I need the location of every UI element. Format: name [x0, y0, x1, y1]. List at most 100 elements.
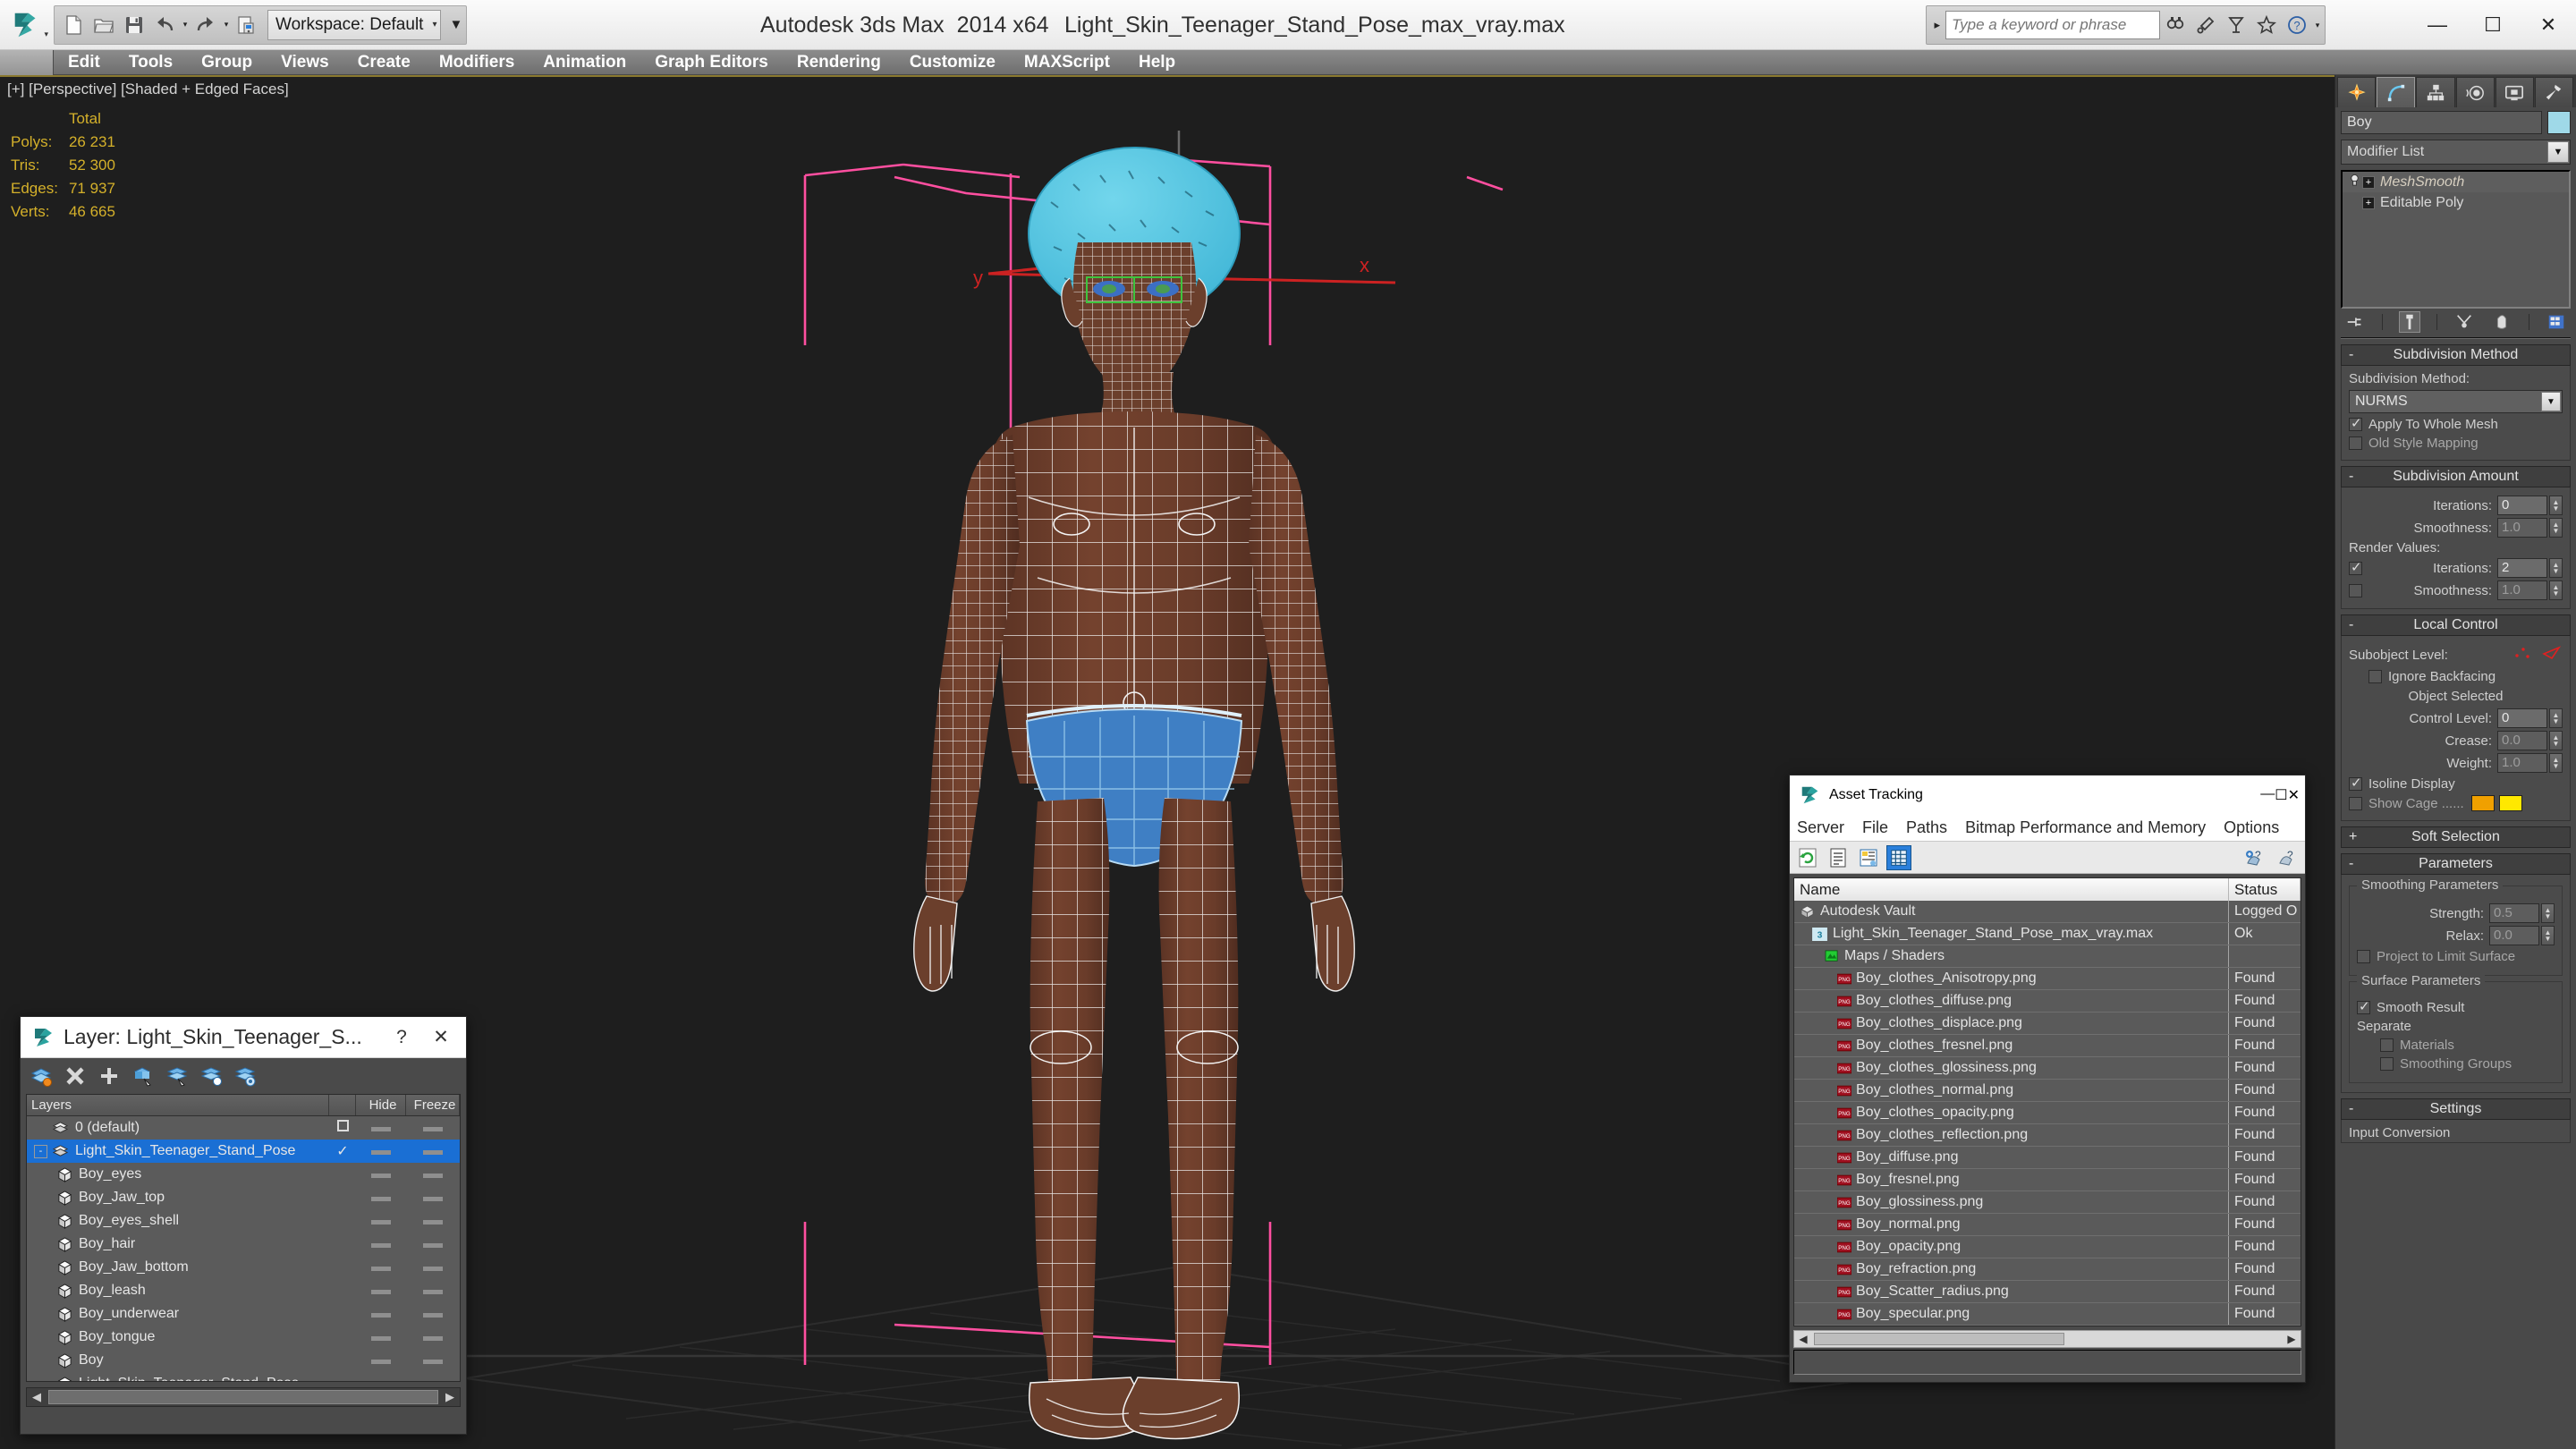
layer-freeze-toggle[interactable]	[406, 1213, 460, 1229]
add-help-icon[interactable]: ?	[2242, 845, 2267, 870]
asset-row[interactable]: Autodesk Vault Logged O	[1794, 901, 2301, 923]
menu-create[interactable]: Create	[343, 50, 425, 75]
list-view-icon[interactable]	[1826, 845, 1851, 870]
render-iterations-field[interactable]: 2	[2497, 558, 2547, 578]
weight-spinner[interactable]: ▲ ▼	[2549, 753, 2563, 773]
asset-name-cell[interactable]: PNG Boy_clothes_diffuse.png	[1794, 990, 2229, 1012]
layer-hide-toggle[interactable]	[356, 1166, 406, 1182]
layer-row[interactable]: Light_Skin_Teenager_Stand_Pose	[27, 1372, 460, 1381]
layer-freeze-toggle[interactable]	[406, 1190, 460, 1206]
object-name-field[interactable]: Boy	[2341, 111, 2542, 134]
rollout-sign[interactable]: -	[2349, 856, 2353, 872]
help-icon[interactable]: ?	[2282, 9, 2312, 41]
layer-freeze-toggle[interactable]	[406, 1352, 460, 1368]
layer-hide-toggle[interactable]	[356, 1120, 406, 1136]
checkbox-box[interactable]	[2368, 670, 2382, 683]
asset-row[interactable]: Maps / Shaders	[1794, 945, 2301, 968]
layer-col-layers[interactable]: Layers	[27, 1095, 329, 1115]
save-file-button[interactable]	[119, 8, 149, 42]
asset-name-cell[interactable]: PNG Boy_clothes_glossiness.png	[1794, 1057, 2229, 1079]
app-logo-caret-icon[interactable]: ▾	[44, 30, 48, 39]
object-color-swatch[interactable]	[2547, 111, 2571, 134]
set-current-layer-icon[interactable]	[199, 1064, 223, 1088]
menu-group[interactable]: Group	[187, 50, 267, 75]
new-file-button[interactable]	[58, 8, 89, 42]
layer-dialog-titlebar[interactable]: Layer: Light_Skin_Teenager_S... ? ✕	[21, 1017, 466, 1058]
layer-name[interactable]: - Light_Skin_Teenager_Stand_Pose	[27, 1143, 329, 1159]
asset-name-cell[interactable]: PNG Boy_clothes_normal.png	[1794, 1080, 2229, 1101]
menu-views[interactable]: Views	[267, 50, 343, 75]
scroll-right-icon[interactable]: ▶	[2283, 1333, 2301, 1345]
layer-freeze-toggle[interactable]	[406, 1143, 460, 1159]
render-smoothness-checkbox[interactable]	[2349, 583, 2362, 597]
smoothness-spinner[interactable]: ▲ ▼	[2549, 518, 2563, 538]
menu-customize[interactable]: Customize	[895, 50, 1010, 75]
asset-name-cell[interactable]: Autodesk Vault	[1794, 901, 2229, 922]
layer-hide-toggle[interactable]	[356, 1376, 406, 1381]
project-to-limit-surface-checkbox[interactable]: Project to Limit Surface	[2357, 949, 2555, 964]
undo-dropdown-icon[interactable]: ▾	[180, 20, 191, 30]
asset-row[interactable]: PNG Boy_glossiness.png Found	[1794, 1191, 2301, 1214]
layer-dialog-help-button[interactable]: ?	[382, 1018, 421, 1057]
layer-freeze-toggle[interactable]	[406, 1259, 460, 1275]
separate-smoothing-groups-checkbox[interactable]: Smoothing Groups	[2357, 1056, 2555, 1072]
layer-freeze-toggle[interactable]	[406, 1120, 460, 1136]
menu-animation[interactable]: Animation	[529, 50, 640, 75]
asset-row[interactable]: PNG Boy_specular.png Found	[1794, 1303, 2301, 1326]
modifier-list-dropdown[interactable]: Modifier List ▼	[2341, 140, 2571, 165]
asset-row[interactable]: PNG Boy_Scatter_radius.png Found	[1794, 1281, 2301, 1303]
asset-row[interactable]: PNG Boy_clothes_opacity.png Found	[1794, 1102, 2301, 1124]
asset-tracking-close-button[interactable]: ✕	[2288, 786, 2300, 804]
asset-name-cell[interactable]: PNG Boy_fresnel.png	[1794, 1169, 2229, 1191]
asset-row[interactable]: PNG Boy_clothes_diffuse.png Found	[1794, 990, 2301, 1013]
control-level-field[interactable]: 0	[2497, 708, 2547, 728]
smoothness-field[interactable]: 1.0	[2497, 518, 2547, 538]
remove-modifier-icon[interactable]	[2491, 311, 2512, 333]
scroll-right-icon[interactable]: ▶	[440, 1390, 460, 1404]
search-input[interactable]	[1945, 11, 2160, 39]
control-level-spinner[interactable]: ▲ ▼	[2549, 708, 2563, 728]
show-end-result-icon[interactable]	[2399, 311, 2420, 333]
modifier-stack[interactable]: + MeshSmooth + Editable Poly	[2341, 170, 2571, 309]
highlight-selected-objects-layer-icon[interactable]	[165, 1064, 189, 1088]
render-iterations-spinner[interactable]: ▲ ▼	[2549, 558, 2563, 578]
add-selection-to-layer-icon[interactable]	[97, 1064, 121, 1088]
asset-horizontal-scrollbar[interactable]: ◀ ▶	[1793, 1330, 2301, 1348]
at-menu-options[interactable]: Options	[2224, 818, 2279, 837]
display-tab[interactable]	[2495, 77, 2534, 107]
strength-spinner[interactable]: ▲ ▼	[2541, 903, 2555, 923]
layer-name[interactable]: Boy_underwear	[27, 1306, 329, 1322]
vertex-subobject-icon[interactable]	[2512, 645, 2536, 665]
asset-tracking-maximize-button[interactable]: ☐	[2275, 786, 2287, 804]
relax-field[interactable]: 0.0	[2489, 926, 2539, 945]
make-unique-icon[interactable]	[2453, 311, 2475, 333]
asset-row[interactable]: PNG Boy_opacity.png Found	[1794, 1236, 2301, 1258]
layer-row[interactable]: 0 (default)	[27, 1116, 460, 1140]
rollout-sign[interactable]: -	[2349, 469, 2353, 485]
layer-name[interactable]: 0 (default)	[27, 1120, 329, 1136]
layer-name[interactable]: Boy_Jaw_top	[27, 1190, 329, 1206]
layer-freeze-toggle[interactable]	[406, 1236, 460, 1252]
layer-row[interactable]: Boy_underwear	[27, 1302, 460, 1326]
asset-name-cell[interactable]: PNG Boy_clothes_fresnel.png	[1794, 1035, 2229, 1056]
motion-tab[interactable]	[2455, 77, 2495, 107]
rollout-header-soft-selection[interactable]: + Soft Selection	[2341, 826, 2571, 848]
strength-field[interactable]: 0.5	[2489, 903, 2539, 923]
asset-name-cell[interactable]: PNG Boy_clothes_reflection.png	[1794, 1124, 2229, 1146]
light-bulb-icon[interactable]	[2346, 174, 2362, 191]
checkbox-box[interactable]	[2380, 1057, 2394, 1071]
at-menu-bitmap-performance[interactable]: Bitmap Performance and Memory	[1965, 818, 2206, 837]
layer-row[interactable]: Boy_hair	[27, 1233, 460, 1256]
layer-row[interactable]: Boy_tongue	[27, 1326, 460, 1349]
project-folder-button[interactable]	[232, 8, 262, 42]
asset-col-name[interactable]: Name	[1794, 878, 2229, 901]
checkbox-box[interactable]	[2349, 415, 2362, 431]
app-logo-button[interactable]: ▾	[4, 5, 50, 45]
asset-name-cell[interactable]: Maps / Shaders	[1794, 945, 2229, 967]
undo-button[interactable]	[149, 8, 180, 42]
ignore-backfacing-checkbox[interactable]: Ignore Backfacing	[2349, 669, 2563, 684]
cage-color-swatch-1[interactable]	[2470, 795, 2495, 811]
rollout-sign[interactable]: -	[2349, 617, 2353, 633]
asset-row-container[interactable]: Autodesk Vault Logged O 3 Light_Skin_Teenag…	[1794, 901, 2301, 1326]
asset-name-cell[interactable]: PNG Boy_opacity.png	[1794, 1236, 2229, 1258]
